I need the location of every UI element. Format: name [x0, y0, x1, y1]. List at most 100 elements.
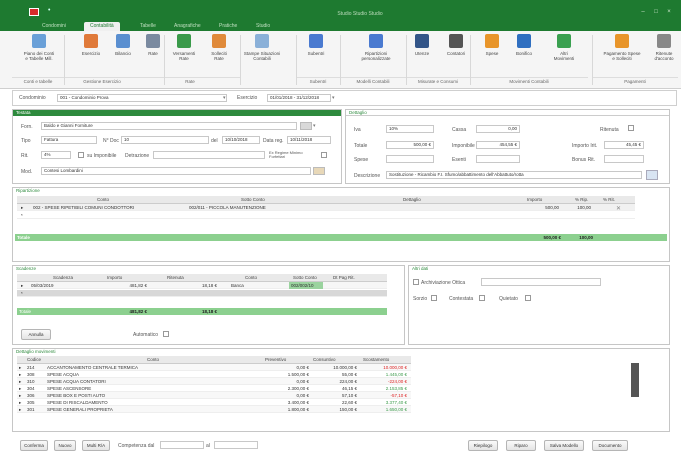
box-icon: [485, 34, 499, 48]
archiviazione-field[interactable]: [481, 278, 601, 286]
del-label: del: [211, 138, 218, 144]
edit-icon[interactable]: [300, 122, 312, 130]
scrollbar-thumb[interactable]: [631, 363, 639, 397]
ribbon-button-0[interactable]: Piano dei Conti e Tabelle Mill.: [18, 34, 60, 74]
maximize-icon[interactable]: □: [653, 9, 659, 15]
chevron-down-icon[interactable]: ▾: [332, 95, 335, 101]
tab-tabelle[interactable]: Tabelle: [140, 22, 156, 31]
cell-importo: 500,00: [545, 205, 559, 210]
documento-button[interactable]: Documento: [592, 440, 628, 451]
esercizio-select[interactable]: 01/01/2018 - 31/12/2018: [267, 94, 331, 102]
edit-icon[interactable]: [313, 167, 325, 175]
del-date-field[interactable]: 10/10/2018: [222, 136, 260, 144]
tab-condomini[interactable]: Condomini: [42, 22, 66, 31]
table-row[interactable]: ▸ 306 SPESE BOX E POSTI AUTO 0,00 € 57,10 € -…: [17, 392, 411, 399]
table-row[interactable]: ▸ 05/03/2019 481,82 € 18,18 € Banca 002/…: [17, 282, 387, 289]
imponibile-checkbox[interactable]: [78, 152, 84, 158]
col-conto: Conto: [147, 357, 160, 362]
conferma-button[interactable]: Conferma: [20, 440, 48, 451]
quick-access-icon[interactable]: •: [48, 7, 50, 14]
ribbon-button-6[interactable]: Stampe Situazioni Contabili: [240, 34, 284, 74]
edit-icon[interactable]: [646, 170, 658, 180]
ribbon-button-12[interactable]: Bonifico: [512, 34, 536, 74]
competenza-from-field[interactable]: [160, 441, 204, 449]
sorzio-label: Sorzio: [413, 296, 428, 302]
rit-select[interactable]: 4%: [41, 151, 71, 159]
competenza-to-field[interactable]: [214, 441, 258, 449]
table-row[interactable]: ▸ 002 - SPESE RIPETIBILI COMUNI CONDOTTO…: [17, 204, 635, 211]
minimize-icon[interactable]: –: [640, 9, 646, 15]
regime-checkbox[interactable]: [321, 152, 327, 158]
contestata-checkbox[interactable]: [479, 295, 485, 301]
iva-select[interactable]: 10%: [386, 125, 434, 133]
cell-codice: 304: [27, 386, 35, 391]
ribbon-button-2[interactable]: Bilancio: [110, 34, 136, 74]
tab-contabilita[interactable]: Contabilità: [84, 22, 120, 31]
totale-field[interactable]: 500,00 €: [386, 141, 434, 149]
mod-field[interactable]: Contesi Lombardini: [41, 167, 311, 175]
delete-icon[interactable]: ✕: [616, 205, 621, 212]
cell-conto: SPESE ACQUA CONTATORI: [47, 379, 106, 384]
ribbon-button-13[interactable]: Altri Movimenti: [546, 34, 582, 74]
sorzio-checkbox[interactable]: [431, 295, 437, 301]
ribbon-button-9[interactable]: Utenze: [410, 34, 434, 74]
new-row[interactable]: *: [17, 212, 635, 219]
ribbon-button-3[interactable]: Rate: [142, 34, 164, 74]
table-row[interactable]: ▸ 301 SPESE GENERALI PROPRIETA 1.800,00 € 15…: [17, 406, 411, 413]
ribbon-button-11[interactable]: Spese: [482, 34, 502, 74]
condominio-bar: Condominio 001 - Condominio Prova ▾ Eser…: [12, 90, 677, 106]
quietato-checkbox[interactable]: [525, 295, 531, 301]
condominio-select[interactable]: 001 - Condominio Prova: [57, 94, 227, 102]
tipo-select[interactable]: Fattura: [41, 136, 97, 144]
ribbon-button-5[interactable]: Solleciti Rate: [206, 34, 232, 74]
ribbon-button-14[interactable]: Pagamento Spese e Solleciti: [598, 34, 646, 74]
ribbon-button-10[interactable]: Contatori: [442, 34, 470, 74]
ndoc-field[interactable]: 10: [121, 136, 209, 144]
table-row[interactable]: ▸ 305 SPESE DI RISCALDAMENTO 3.400,00 € 22,6…: [17, 399, 411, 406]
table-row[interactable]: ▸ 308 SPESE ACQUA 1.500,00 € 55,00 € 1.445,00…: [17, 371, 411, 378]
ribbon-button-label: Bonifico: [515, 51, 532, 56]
chevron-down-icon[interactable]: ▾: [313, 123, 316, 129]
cell-sottoconto[interactable]: 002/002/10: [289, 282, 323, 289]
ritenuta-checkbox[interactable]: [628, 125, 634, 131]
esenti-field[interactable]: [476, 155, 520, 163]
tab-studio[interactable]: Studio: [256, 22, 270, 31]
cell-preventivo: 3.400,00 €: [287, 400, 309, 405]
detrazione-select[interactable]: [153, 151, 265, 159]
fornitore-field[interactable]: Baldo e Gianni Forniture: [41, 122, 297, 130]
movimenti-title: Dettaglio movimenti: [13, 349, 669, 355]
imponibile-field[interactable]: 454,55 €: [476, 141, 520, 149]
col-importo: Importo: [107, 275, 123, 280]
datareg-field[interactable]: 10/11/2018: [287, 136, 331, 144]
automatico-checkbox[interactable]: [163, 331, 169, 337]
cell-preventivo: 1.500,00 €: [287, 372, 309, 377]
ribbon-button-15[interactable]: Ritenute d'acconto: [648, 34, 680, 74]
archiviazione-checkbox[interactable]: [413, 279, 419, 285]
table-row[interactable]: ▸ 310 SPESE ACQUA CONTATORI 0,00 € 224,00 € -…: [17, 378, 411, 385]
table-row[interactable]: ▸ 304 SPESE ASCENSORE 2.300,00 € 46,15 € 2.15…: [17, 385, 411, 392]
ndoc-label: N° Doc: [103, 138, 119, 144]
riepilogo-button[interactable]: Riepilogo: [468, 440, 498, 451]
bonus-field[interactable]: [604, 155, 644, 163]
cassa-field[interactable]: 0,00: [476, 125, 520, 133]
ribbon-button-4[interactable]: Versamenti Rate: [170, 34, 198, 74]
riparo-button[interactable]: Riparo: [506, 440, 536, 451]
new-row[interactable]: *: [17, 290, 387, 297]
ribbon-button-8[interactable]: Ripartizioni personalizzate: [352, 34, 400, 74]
fornitore-label: Forn.: [21, 124, 33, 130]
tab-anagrafiche[interactable]: Anagrafiche: [174, 22, 201, 31]
tab-pratiche[interactable]: Pratiche: [219, 22, 237, 31]
annulla-button[interactable]: Annulla: [21, 329, 51, 340]
salva-modello-button[interactable]: Salva Modello: [544, 440, 584, 451]
nuovo-button[interactable]: Nuovo: [54, 440, 76, 451]
ribbon-button-1[interactable]: Esercizio: [78, 34, 104, 74]
multi-ra-button[interactable]: Multi R/A: [82, 440, 110, 451]
importo-irit-field[interactable]: 45,45 €: [604, 141, 644, 149]
spese-field[interactable]: [386, 155, 434, 163]
close-icon[interactable]: ×: [666, 9, 672, 15]
table-row[interactable]: ▸ 214 ACCANTONAMENTO CENTRALE TERMICA 0,00 …: [17, 364, 411, 371]
descrizione-field[interactable]: Sostituzione - Ricambio F.I. Sfumo/abbat…: [386, 171, 642, 179]
chevron-down-icon[interactable]: ▾: [223, 95, 226, 101]
ribbon-button-7[interactable]: Subentri: [304, 34, 328, 74]
ribbon-group-label: Conti e tabelle: [12, 77, 64, 85]
